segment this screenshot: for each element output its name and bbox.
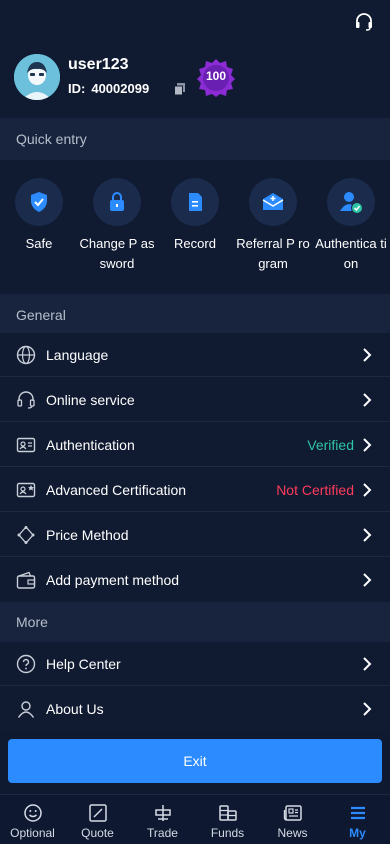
nav-trade[interactable]: Trade [130, 795, 195, 844]
row-label: Help Center [46, 655, 121, 672]
quick-entry-label: Record [174, 236, 216, 251]
quick-entry-label: Change P assword [79, 236, 155, 271]
quick-entry-icon-bg [249, 178, 297, 226]
row-help-center[interactable]: Help Center [0, 642, 390, 686]
nav-news[interactable]: News [260, 795, 325, 844]
chevron-right-icon [363, 657, 372, 671]
mail-plus-icon [262, 193, 284, 210]
section-more: More [0, 602, 390, 642]
id-card-icon [16, 437, 36, 453]
row-label: Authentication [46, 436, 135, 453]
nav-label: Quote [81, 826, 114, 840]
news-icon [283, 805, 302, 821]
nav-funds[interactable]: Funds [195, 795, 260, 844]
username: user123 [68, 56, 129, 73]
wallet-icon [16, 571, 36, 589]
user-id-label: ID: [68, 81, 86, 96]
smile-icon [24, 804, 42, 822]
quick-entry-grid: Safe Change P assword Record Referral P … [0, 160, 390, 294]
chevron-right-icon [363, 702, 372, 716]
row-label: About Us [46, 701, 104, 717]
profile-header: user123 ID: 40002099 100 [0, 0, 390, 118]
row-authentication[interactable]: Authentication Verified [0, 423, 390, 467]
not-certified-status: Not Certified [276, 481, 354, 498]
quick-entry-icon-bg [15, 178, 63, 226]
nav-label: Funds [210, 826, 245, 840]
section-quick-entry: Quick entry [0, 118, 390, 160]
quick-entry-referral-program[interactable]: Referral P rogram [234, 178, 312, 274]
user-verified-icon [340, 192, 363, 214]
headset-icon [17, 391, 35, 409]
nav-label-active: My [349, 826, 366, 840]
quick-entry-icon-bg [171, 178, 219, 226]
document-icon [189, 193, 202, 211]
row-label: Online service [46, 391, 135, 408]
coins-icon [219, 805, 237, 821]
chevron-right-icon [363, 573, 372, 587]
quick-entry-change-password[interactable]: Change P assword [78, 178, 156, 274]
id-card-star-icon [16, 482, 36, 498]
row-label: Advanced Certification [46, 481, 187, 498]
user-icon [17, 701, 35, 718]
my-page: user123 ID: 40002099 100 Quick entry Safe [0, 0, 390, 844]
user-id-value: 40002099 [91, 81, 150, 96]
verified-status: Verified [307, 436, 354, 453]
row-advanced-certification[interactable]: Advanced Certification Not Certified [0, 468, 390, 512]
bottom-nav: Optional Quote Trade Funds News My [0, 794, 390, 844]
chevron-right-icon [363, 438, 372, 452]
level-badge-value: 100 [205, 69, 227, 83]
quick-entry-label: Referral P rogram [236, 236, 310, 271]
quick-entry-safe[interactable]: Safe [0, 178, 78, 254]
copy-icon[interactable] [173, 82, 187, 96]
nav-optional[interactable]: Optional [0, 795, 65, 844]
trade-icon [155, 805, 171, 821]
row-add-payment-method[interactable]: Add payment method [0, 558, 390, 602]
quick-entry-label: Safe [25, 236, 53, 251]
menu-icon [351, 806, 365, 820]
nav-label: Optional [10, 826, 55, 840]
user-id: ID: 40002099 [68, 81, 149, 96]
nav-my[interactable]: My [325, 795, 390, 844]
lock-icon [110, 192, 124, 211]
help-circle-icon [16, 654, 36, 674]
price-method-icon [17, 526, 35, 544]
quick-entry-icon-bg [327, 178, 375, 226]
quick-entry-authentication[interactable]: Authentica tion [312, 178, 390, 274]
chevron-right-icon [363, 483, 372, 497]
section-general: General [0, 294, 390, 336]
row-language[interactable]: Language [0, 333, 390, 377]
row-label: Language [46, 346, 109, 363]
quick-entry-icon-bg [93, 178, 141, 226]
chevron-right-icon [363, 348, 372, 362]
shield-check-icon [31, 192, 47, 212]
exit-button[interactable]: Exit [8, 739, 382, 783]
nav-label: News [277, 826, 308, 840]
avatar-image [14, 54, 60, 100]
nav-label: Trade [147, 826, 178, 840]
row-label: Add payment method [46, 572, 180, 588]
chart-icon [89, 804, 107, 822]
row-price-method[interactable]: Price Method [0, 513, 390, 557]
chevron-right-icon [363, 393, 372, 407]
nav-quote[interactable]: Quote [65, 795, 130, 844]
globe-icon [16, 345, 36, 365]
avatar[interactable] [14, 54, 60, 100]
row-about-us[interactable]: About Us [0, 687, 390, 731]
quick-entry-record[interactable]: Record [156, 178, 234, 254]
chevron-right-icon [363, 528, 372, 542]
headset-support-icon[interactable] [354, 12, 374, 32]
row-label: Price Method [46, 526, 129, 543]
quick-entry-label: Authentica tion [315, 236, 387, 271]
row-online-service[interactable]: Online service [0, 378, 390, 422]
